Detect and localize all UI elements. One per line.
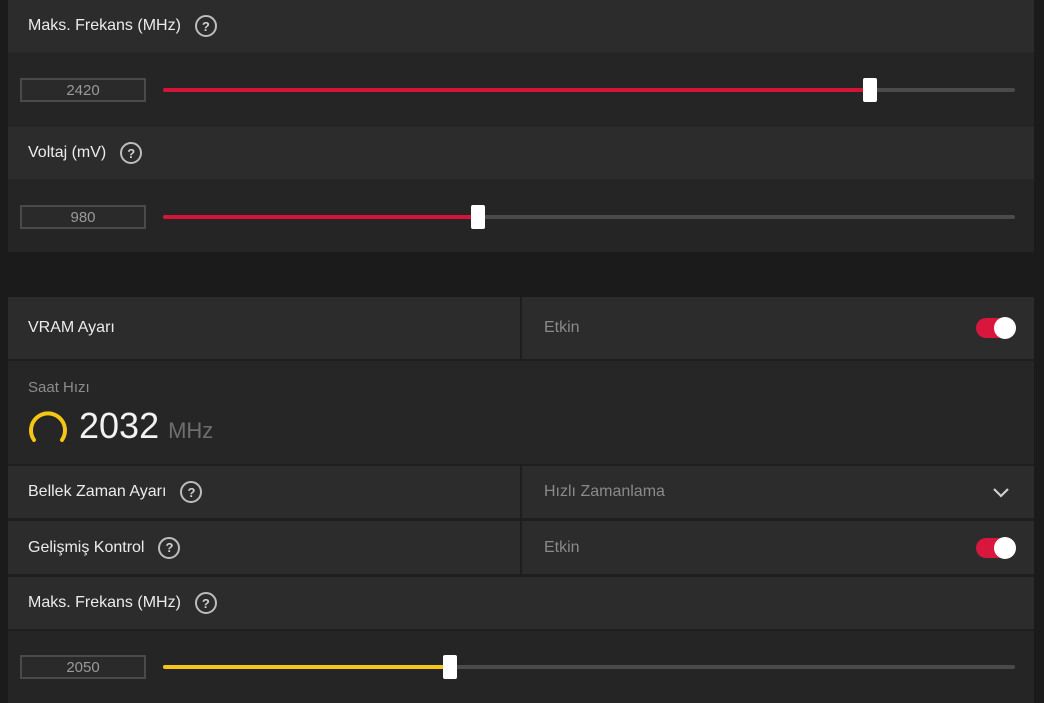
max-frequency-slider[interactable] [163,78,1015,102]
voltage-slider-fill [163,215,479,219]
max-frequency-input[interactable]: 2420 [20,78,146,102]
memory-timing-dropdown[interactable]: Hızlı Zamanlama [522,466,1034,518]
advanced-control-status: Etkin [544,538,580,556]
clock-speed-unit: MHz [168,418,214,443]
max-frequency-slider-fill [163,88,871,92]
max-frequency-label: Maks. Frekans (MHz) [28,17,181,34]
help-icon[interactable]: ? [194,15,217,37]
help-icon[interactable]: ? [180,481,203,503]
gauge-icon [29,411,67,442]
vram-max-frequency-header: Maks. Frekans (MHz) ? [8,577,1034,629]
voltage-slider-row: 980 [8,181,1034,252]
vram-tuning-row: VRAM Ayarı Etkin [8,297,1034,359]
advanced-control-row: Gelişmiş Kontrol ? Etkin [8,521,1034,574]
clock-speed-value: 2032 [79,405,160,446]
vram-panel: VRAM Ayarı Etkin Saat Hızı 2032 MHz Bell… [8,297,1034,703]
vram-max-frequency-slider-row: 2050 [8,631,1034,703]
vram-max-frequency-label: Maks. Frekans (MHz) [28,594,181,611]
memory-timing-label-cell: Bellek Zaman Ayarı ? [8,466,520,518]
vram-max-frequency-slider-fill [163,665,451,669]
clock-speed-label: Saat Hızı [28,379,90,396]
advanced-control-toggle-cell[interactable]: Etkin [522,521,1034,574]
gpu-tuning-panel: Maks. Frekans (MHz) ? 2420 Voltaj (mV) ?… [8,0,1034,252]
voltage-input[interactable]: 980 [20,205,146,229]
vram-tuning-status: Etkin [544,319,580,336]
vram-max-frequency-slider-thumb[interactable] [443,655,458,679]
advanced-control-toggle[interactable] [976,536,1016,559]
max-frequency-slider-thumb[interactable] [863,78,878,102]
help-icon[interactable]: ? [194,592,217,614]
advanced-control-label-cell: Gelişmiş Kontrol ? [8,521,520,574]
vram-tuning-toggle[interactable] [976,317,1016,339]
toggle-knob [994,536,1016,559]
memory-timing-label: Bellek Zaman Ayarı [28,483,167,500]
clock-speed-readout: 2032 MHz [79,405,213,447]
memory-timing-row: Bellek Zaman Ayarı ? Hızlı Zamanlama [8,466,1034,518]
voltage-header: Voltaj (mV) ? [8,127,1034,179]
help-icon[interactable]: ? [120,142,143,164]
voltage-slider-thumb[interactable] [471,205,486,229]
advanced-control-label: Gelişmiş Kontrol [28,538,145,556]
help-icon[interactable]: ? [158,536,181,559]
voltage-slider[interactable] [163,205,1015,229]
vram-max-frequency-slider[interactable] [163,655,1015,679]
memory-timing-selected: Hızlı Zamanlama [544,483,665,500]
chevron-down-icon[interactable] [992,485,1010,499]
toggle-knob [994,317,1016,339]
max-frequency-header: Maks. Frekans (MHz) ? [8,0,1034,52]
voltage-label: Voltaj (mV) [28,144,107,161]
max-frequency-slider-row: 2420 [8,54,1034,126]
vram-tuning-label-cell: VRAM Ayarı [8,297,520,359]
vram-tuning-toggle-cell[interactable]: Etkin [522,297,1034,359]
clock-speed-card: Saat Hızı 2032 MHz [8,361,1034,464]
vram-tuning-label: VRAM Ayarı [28,319,115,336]
vram-max-frequency-input[interactable]: 2050 [20,655,146,679]
